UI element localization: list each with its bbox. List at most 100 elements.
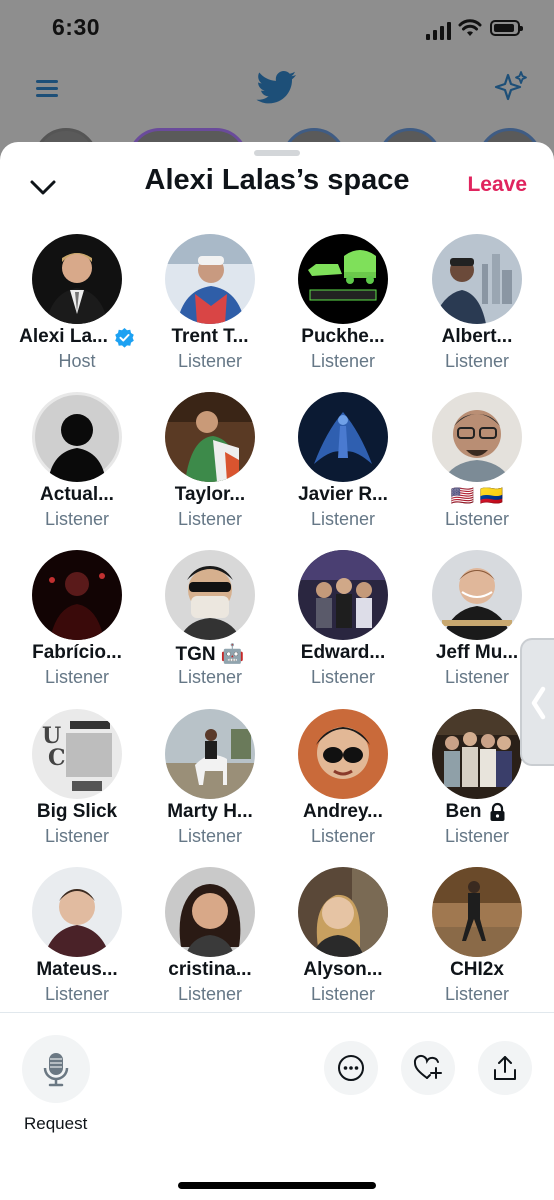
participant-item[interactable]: Taylor... Listener: [143, 392, 277, 542]
participant-name: Puckhe...: [301, 326, 385, 347]
avatar: [165, 234, 255, 324]
participant-name: Taylor...: [174, 484, 246, 505]
share-button[interactable]: [478, 1041, 532, 1095]
participant-item[interactable]: Andrey... Listener: [276, 709, 410, 859]
participant-item[interactable]: Alexi La... Host: [10, 234, 144, 384]
participant-item[interactable]: Marty H... Listener: [143, 709, 277, 859]
participant-item[interactable]: TGN 🤖 Listener: [143, 550, 277, 700]
participant-role: Listener: [444, 351, 510, 371]
participant-name: cristina...: [168, 959, 252, 980]
participant-name: Andrey...: [303, 801, 383, 822]
sparkle-icon: [494, 70, 528, 104]
collapse-button[interactable]: [26, 170, 60, 204]
participant-role: Listener: [177, 667, 243, 687]
avatar: [432, 234, 522, 324]
request-to-speak-button[interactable]: [22, 1035, 90, 1103]
participant-item[interactable]: CHI2x Listener: [410, 867, 544, 1017]
participant-role: Listener: [444, 826, 510, 846]
avatar: [32, 550, 122, 640]
participant-item[interactable]: Javier R... Listener: [276, 392, 410, 542]
more-icon: [338, 1055, 364, 1081]
participant-role: Listener: [44, 667, 110, 687]
svg-text:C: C: [48, 745, 66, 771]
more-options-button[interactable]: [324, 1041, 378, 1095]
participant-name: Albert...: [441, 326, 513, 347]
participant-role: Listener: [310, 351, 376, 371]
home-indicator: [178, 1182, 376, 1189]
leave-button[interactable]: Leave: [467, 173, 527, 197]
participant-item[interactable]: 🇺🇸 🇨🇴 Listener: [410, 392, 544, 542]
participant-name: Alyson...: [303, 959, 383, 980]
avatar: [32, 234, 122, 324]
participant-role: Listener: [444, 509, 510, 529]
wifi-icon: [458, 18, 482, 38]
avatar: [432, 550, 522, 640]
participant-role: Listener: [310, 667, 376, 687]
participant-role: Listener: [177, 351, 243, 371]
participant-name: Trent T...: [171, 326, 249, 347]
avatar: [432, 867, 522, 957]
space-sheet: Alexi Lalas’s space Leave Alexi La... Hos…: [0, 142, 554, 1200]
sheet-grabber[interactable]: [254, 150, 300, 156]
chevron-down-icon: [30, 180, 56, 195]
avatar: [432, 709, 522, 799]
avatar: [298, 867, 388, 957]
status-time: 6:30: [52, 14, 101, 40]
avatar: [298, 234, 388, 324]
avatar: [432, 392, 522, 482]
participant-role: Listener: [44, 826, 110, 846]
avatar: [32, 867, 122, 957]
participant-name: Big Slick: [36, 801, 118, 822]
avatar: [298, 392, 388, 482]
avatar: UC: [32, 709, 122, 799]
participant-item[interactable]: Mateus... Listener: [10, 867, 144, 1017]
avatar: [32, 392, 122, 482]
participant-role: Host: [58, 351, 96, 371]
participant-name: Jeff Mu...: [435, 642, 519, 663]
participant-item[interactable]: Puckhe... Listener: [276, 234, 410, 384]
microphone-icon: [43, 1053, 69, 1087]
avatar: [298, 550, 388, 640]
avatar: [165, 550, 255, 640]
heart-plus-icon: [413, 1054, 442, 1079]
twitter-bird-icon: [256, 70, 298, 106]
participant-item[interactable]: Trent T... Listener: [143, 234, 277, 384]
battery-icon: [490, 20, 523, 36]
participant-role: Listener: [177, 984, 243, 1004]
avatar: [165, 709, 255, 799]
request-label: Request: [24, 1114, 88, 1133]
avatar: [165, 392, 255, 482]
share-icon: [494, 1056, 516, 1080]
participant-name: CHI2x: [450, 959, 504, 980]
menu-icon: [36, 78, 60, 100]
react-button[interactable]: [401, 1041, 455, 1095]
participant-item[interactable]: Albert... Listener: [410, 234, 544, 384]
participant-name: Ben: [445, 801, 482, 822]
participant-item[interactable]: Alyson... Listener: [276, 867, 410, 1017]
participant-name: Fabrício...: [32, 642, 122, 663]
verified-badge-icon: [114, 327, 135, 348]
participant-item[interactable]: cristina... Listener: [143, 867, 277, 1017]
participant-item[interactable]: Actual... Listener: [10, 392, 144, 542]
side-panel-handle[interactable]: [520, 638, 554, 766]
lock-icon: [487, 802, 508, 823]
participant-item[interactable]: U C Big Slick Listener: [10, 709, 144, 859]
participant-role: Listener: [310, 509, 376, 529]
space-title: Alexi Lalas’s space: [144, 164, 410, 196]
participant-role: Listener: [444, 984, 510, 1004]
participant-name: Actual...: [40, 484, 114, 505]
participant-role: Listener: [44, 509, 110, 529]
bottom-action-bar: Request: [0, 1012, 554, 1200]
participant-name: Javier R...: [298, 484, 388, 505]
status-bar: 6:30: [0, 0, 554, 60]
cellular-signal-icon: [426, 22, 452, 40]
participant-name: 🇺🇸 🇨🇴: [450, 486, 504, 507]
participant-role: Listener: [177, 509, 243, 529]
participant-item[interactable]: Edward... Listener: [276, 550, 410, 700]
participant-item[interactable]: Fabrício... Listener: [10, 550, 144, 700]
participant-role: Listener: [310, 984, 376, 1004]
participant-role: Listener: [310, 826, 376, 846]
chevron-left-icon: [531, 686, 546, 720]
avatar: [165, 867, 255, 957]
participant-role: Listener: [44, 984, 110, 1004]
